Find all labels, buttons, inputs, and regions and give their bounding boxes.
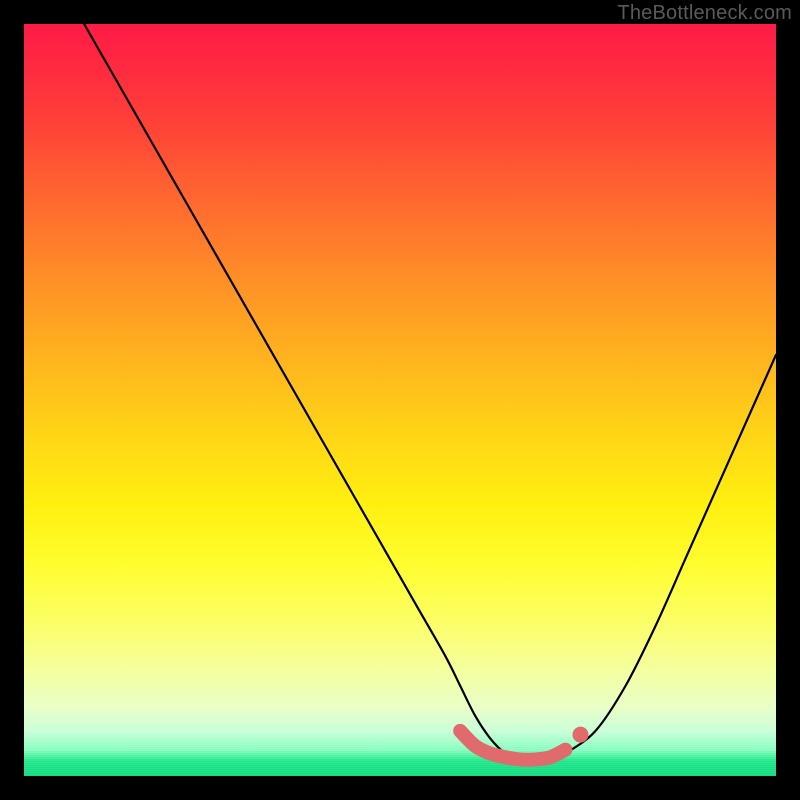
- curve-svg: [24, 24, 776, 776]
- plot-area: [24, 24, 776, 776]
- watermark-text: TheBottleneck.com: [617, 2, 792, 25]
- valley-end-dot: [572, 727, 588, 743]
- bottleneck-curve-path: [84, 24, 776, 762]
- chart-frame: TheBottleneck.com: [0, 0, 800, 800]
- valley-highlight-path: [460, 731, 565, 760]
